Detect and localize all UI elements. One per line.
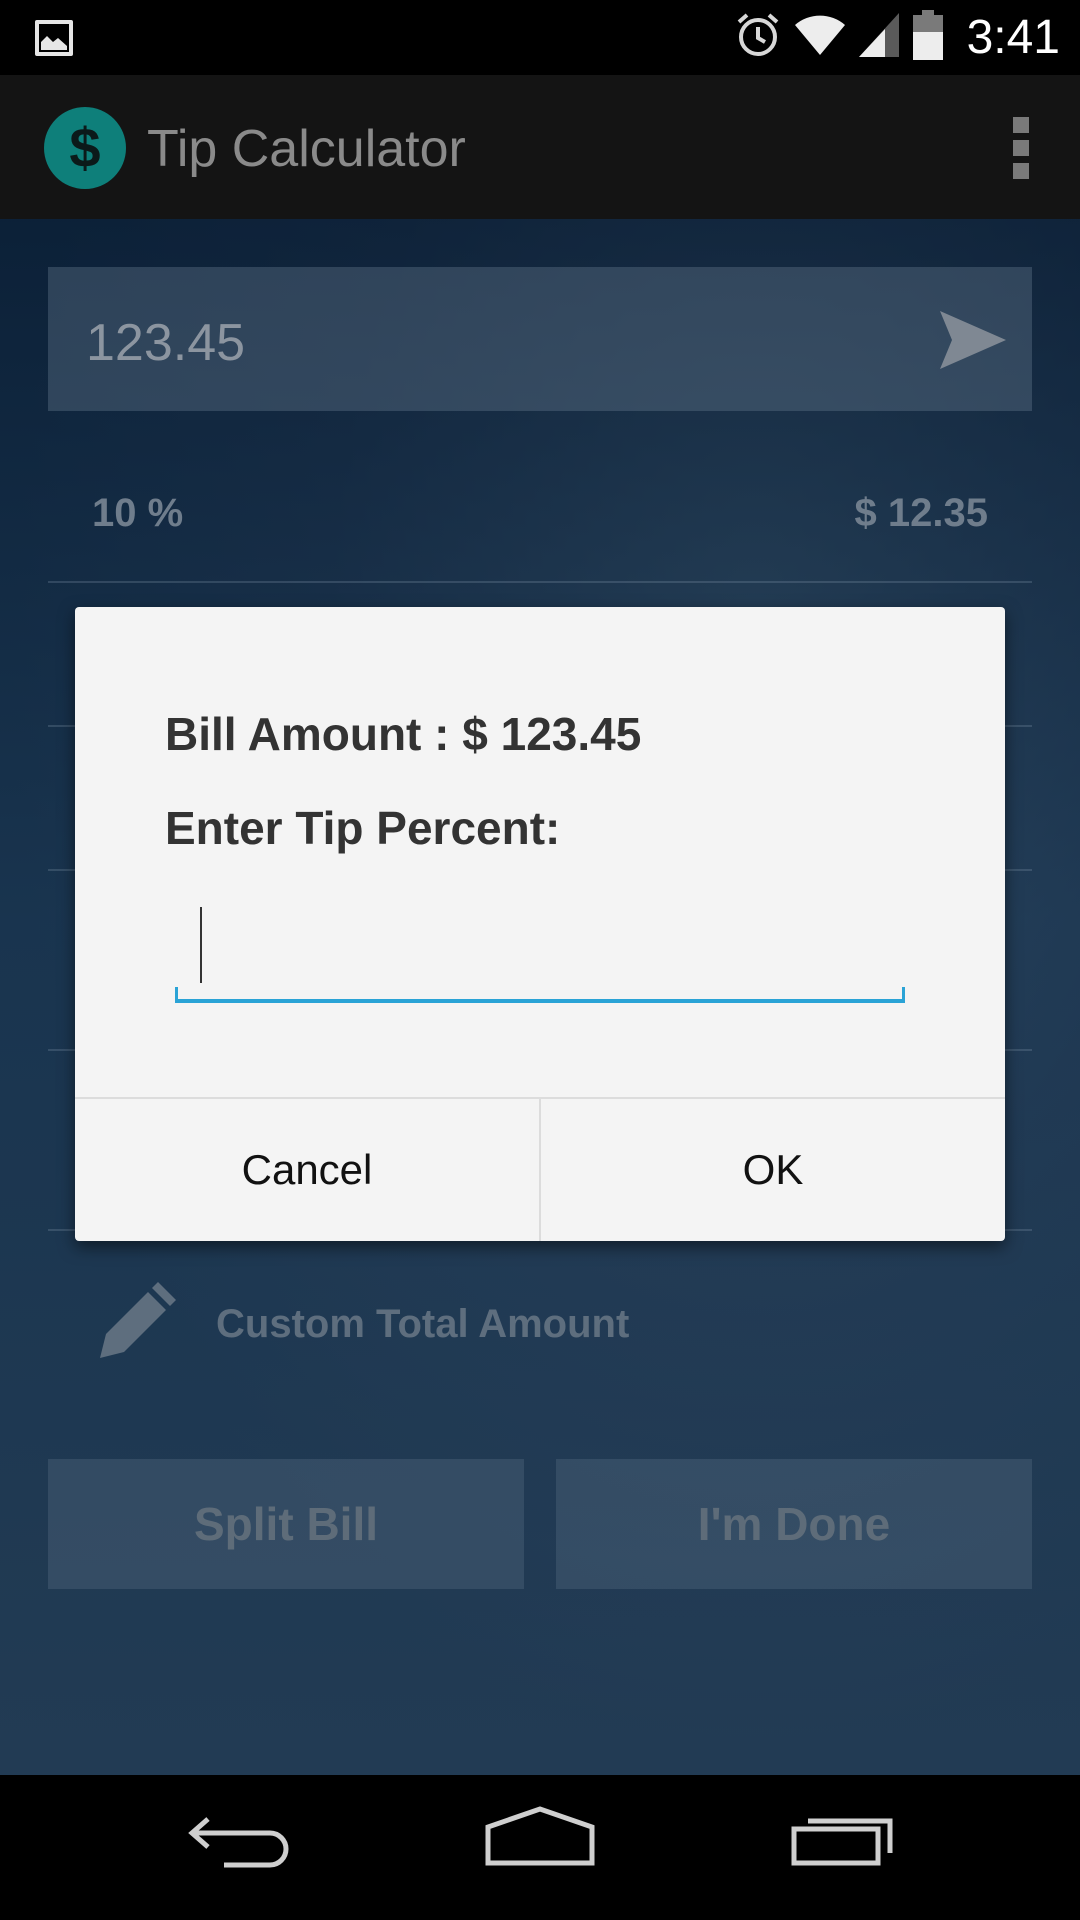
home-icon[interactable]	[484, 1805, 596, 1890]
done-button[interactable]: I'm Done	[556, 1459, 1032, 1589]
tip-percent-field[interactable]	[175, 907, 905, 1003]
overflow-menu-icon[interactable]	[1012, 117, 1030, 179]
alarm-icon	[735, 12, 781, 63]
ok-button[interactable]: OK	[541, 1099, 1005, 1241]
divider	[48, 581, 1032, 583]
app-logo-icon: $	[44, 107, 126, 189]
tip-percent: 10 %	[92, 491, 184, 535]
action-bar: $ Tip Calculator	[0, 75, 1080, 219]
navigation-bar	[0, 1775, 1080, 1920]
bill-amount-value: 123.45	[86, 314, 246, 372]
wifi-icon	[794, 13, 845, 62]
gallery-icon	[35, 20, 73, 56]
recent-apps-icon[interactable]	[790, 1805, 896, 1890]
tip-amount: $ 12.35	[854, 491, 988, 535]
clock: 3:41	[966, 11, 1060, 64]
signal-icon	[858, 13, 899, 62]
tip-percent-dialog: Bill Amount : $ 123.45 Enter Tip Percent…	[75, 607, 1005, 1241]
tip-row[interactable]: 10 % $ 12.35	[0, 441, 1080, 581]
app-title: Tip Calculator	[147, 120, 466, 178]
custom-total-row[interactable]: Custom Total Amount	[96, 1279, 629, 1369]
cancel-button[interactable]: Cancel	[75, 1099, 541, 1241]
custom-total-label: Custom Total Amount	[216, 1301, 630, 1346]
bill-amount-input[interactable]: 123.45	[48, 267, 1032, 411]
battery-icon	[912, 10, 943, 65]
tip-percent-input[interactable]	[175, 907, 905, 999]
dialog-prompt: Enter Tip Percent:	[165, 802, 561, 854]
send-icon[interactable]	[938, 305, 1008, 380]
split-bill-button[interactable]: Split Bill	[48, 1459, 524, 1589]
dialog-button-bar: Cancel OK	[75, 1097, 1005, 1241]
dialog-bill-amount: Bill Amount : $ 123.45	[165, 708, 642, 760]
status-bar: 3:41	[0, 0, 1080, 75]
text-cursor	[200, 907, 202, 983]
pencil-icon	[96, 1281, 176, 1367]
back-icon[interactable]	[188, 1805, 290, 1890]
